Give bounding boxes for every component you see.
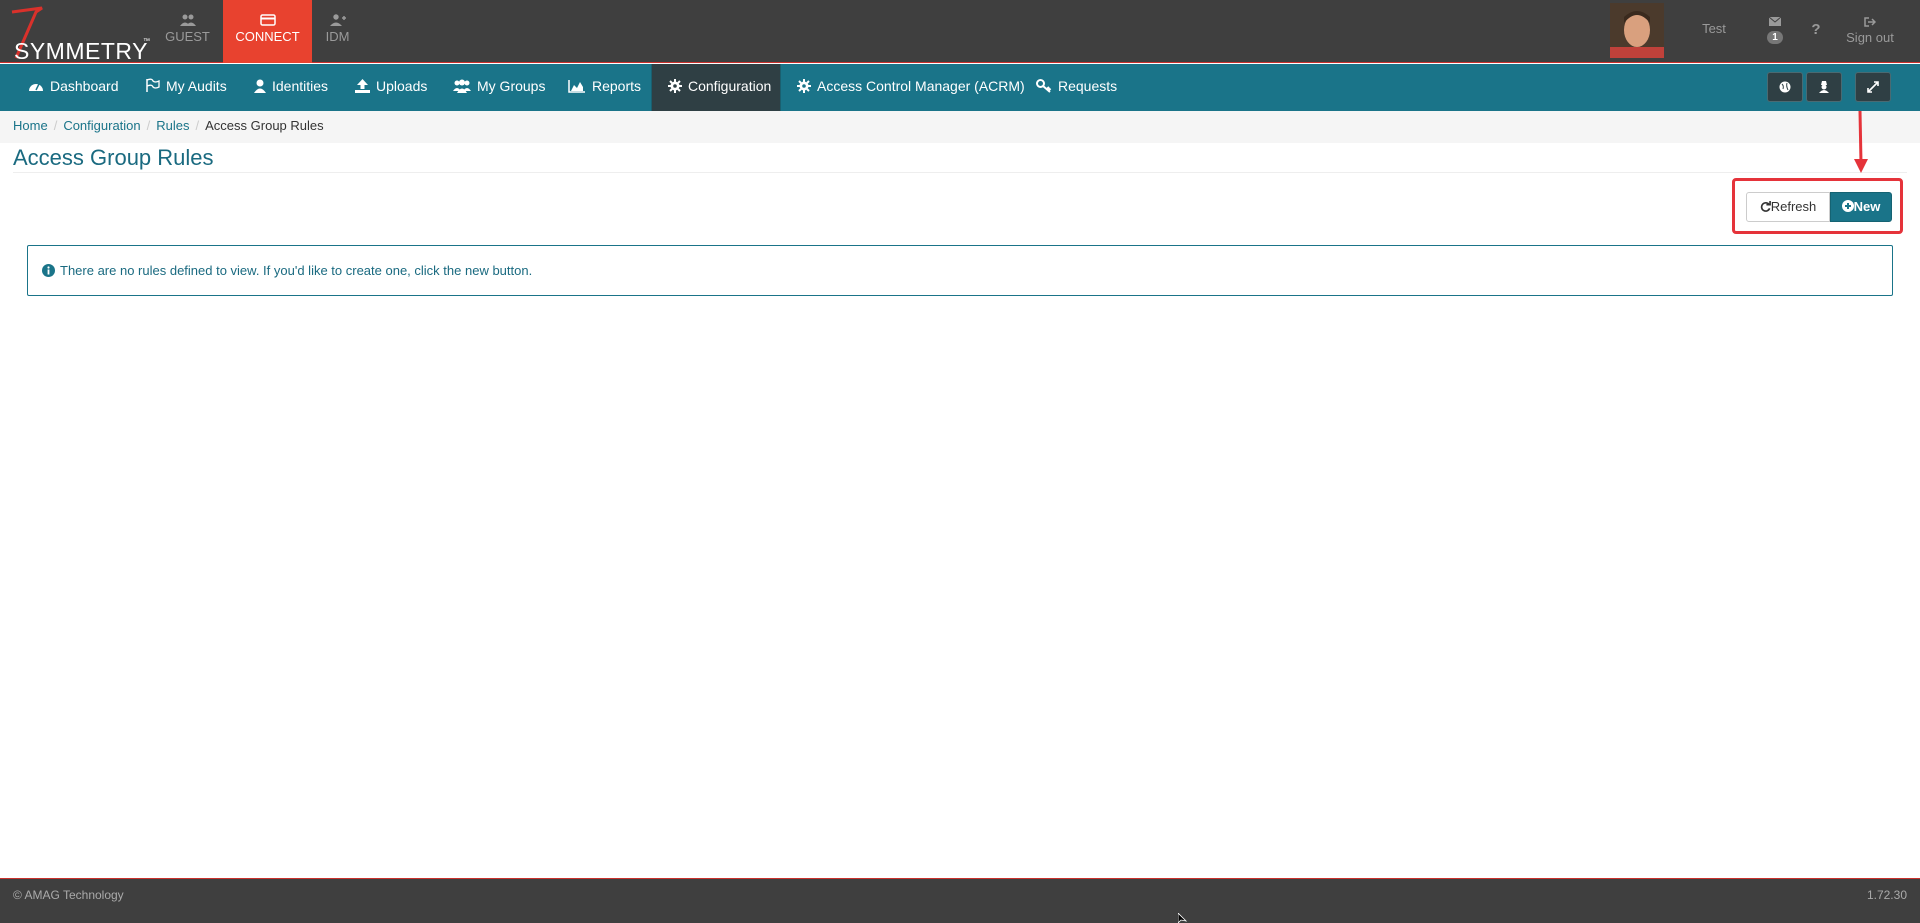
refresh-icon xyxy=(1760,201,1771,212)
nav-label: Uploads xyxy=(376,78,428,94)
breadcrumb-separator: / xyxy=(146,118,151,133)
user-plus-icon xyxy=(329,14,346,26)
gear-icon xyxy=(797,79,811,93)
messages-link[interactable]: 1 xyxy=(1760,0,1790,63)
new-button[interactable]: New xyxy=(1830,192,1892,222)
key-icon xyxy=(1036,79,1052,93)
plus-circle-icon xyxy=(1841,200,1854,212)
page-title: Access Group Rules xyxy=(13,145,214,170)
messages-badge: 1 xyxy=(1767,31,1783,44)
nav-item-uploads[interactable]: Uploads xyxy=(355,64,427,111)
symmetry-logo[interactable]: SYMMETRY ™ xyxy=(6,4,150,64)
logo-text: SYMMETRY xyxy=(14,38,148,64)
app-tab-guest[interactable]: GUEST xyxy=(143,0,232,63)
nav-item-identities[interactable]: Identities xyxy=(254,64,328,111)
alert-message: There are no rules defined to view. If y… xyxy=(60,263,533,278)
main-nav: Dashboard My Audits Identities Uploads M… xyxy=(0,64,1920,111)
flag-icon xyxy=(146,78,160,92)
nav-label: Access Control Manager (ACRM) xyxy=(817,78,1025,94)
breadcrumb-rules[interactable]: Rules xyxy=(156,118,189,133)
users-icon xyxy=(179,14,196,26)
version-text: 1.72.30 xyxy=(1866,888,1907,902)
breadcrumb-home[interactable]: Home xyxy=(13,118,48,133)
breadcrumb-current: Access Group Rules xyxy=(205,118,324,133)
app-tab-label: CONNECT xyxy=(235,29,300,44)
nav-item-configuration[interactable]: Configuration xyxy=(651,64,781,111)
user-avatar[interactable] xyxy=(1610,3,1664,58)
info-circle-icon xyxy=(42,264,55,277)
copyright-text: © AMAG Technology xyxy=(13,888,124,902)
action-button-group: Refresh New xyxy=(1746,192,1892,222)
upload-icon xyxy=(355,79,370,93)
nav-item-dashboard[interactable]: Dashboard xyxy=(28,64,119,111)
title-divider xyxy=(13,172,1907,173)
privacy-button[interactable] xyxy=(1806,72,1842,102)
profile-link[interactable]: Test Profile xyxy=(1682,0,1746,94)
globe-icon xyxy=(1779,81,1791,93)
breadcrumb-separator: / xyxy=(53,118,58,133)
refresh-button[interactable]: Refresh xyxy=(1746,192,1830,222)
breadcrumb-configuration[interactable]: Configuration xyxy=(63,118,140,133)
nav-item-my-groups[interactable]: My Groups xyxy=(453,64,545,111)
user-icon xyxy=(254,79,266,93)
help-icon: ? xyxy=(1811,21,1821,38)
new-label: New xyxy=(1853,199,1881,214)
avatar-image xyxy=(1610,3,1664,58)
mouse-cursor-icon xyxy=(1178,913,1188,923)
nav-item-reports[interactable]: Reports xyxy=(568,64,641,111)
language-button[interactable] xyxy=(1767,72,1803,102)
nav-label: Configuration xyxy=(688,78,772,94)
breadcrumb: Home / Configuration / Rules / Access Group Ru… xyxy=(0,111,1920,143)
no-rules-alert: There are no rules defined to view. If y… xyxy=(27,245,1893,296)
expand-icon xyxy=(1867,81,1879,93)
breadcrumb-separator: / xyxy=(195,118,200,133)
sign-out-icon xyxy=(1864,17,1876,27)
help-link[interactable]: ? xyxy=(1804,0,1828,63)
app-tab-idm[interactable]: IDM xyxy=(293,0,382,63)
app-tab-label: GUEST xyxy=(165,29,210,44)
nav-label: My Groups xyxy=(477,78,546,94)
dashboard-icon xyxy=(29,83,43,91)
nav-label: Dashboard xyxy=(50,78,119,94)
nav-item-requests[interactable]: Requests xyxy=(1036,64,1117,111)
fullscreen-button[interactable] xyxy=(1855,72,1891,102)
user-secret-icon xyxy=(1819,81,1829,93)
sign-out-label: Sign out xyxy=(1846,30,1894,45)
nav-label: Reports xyxy=(592,78,642,94)
nav-item-acrm[interactable]: Access Control Manager (ACRM) xyxy=(797,64,1025,111)
footer: © AMAG Technology 1.72.30 xyxy=(0,878,1920,923)
nav-label: Requests xyxy=(1058,78,1118,94)
nav-label: My Audits xyxy=(166,78,227,94)
gear-icon xyxy=(668,79,682,93)
group-icon xyxy=(453,79,471,93)
refresh-label: Refresh xyxy=(1770,199,1817,214)
top-bar: SYMMETRY ™ GUEST CONNECT IDM Test Profil… xyxy=(0,0,1920,94)
envelope-icon xyxy=(1769,17,1781,26)
nav-label: Identities xyxy=(272,78,329,94)
area-chart-icon xyxy=(568,80,585,93)
nav-item-my-audits[interactable]: My Audits xyxy=(145,64,227,111)
sign-out-link[interactable]: Sign out xyxy=(1840,0,1900,63)
card-icon xyxy=(259,14,276,26)
annotation-arrow-icon xyxy=(1854,111,1868,173)
app-tab-label: IDM xyxy=(325,29,350,44)
